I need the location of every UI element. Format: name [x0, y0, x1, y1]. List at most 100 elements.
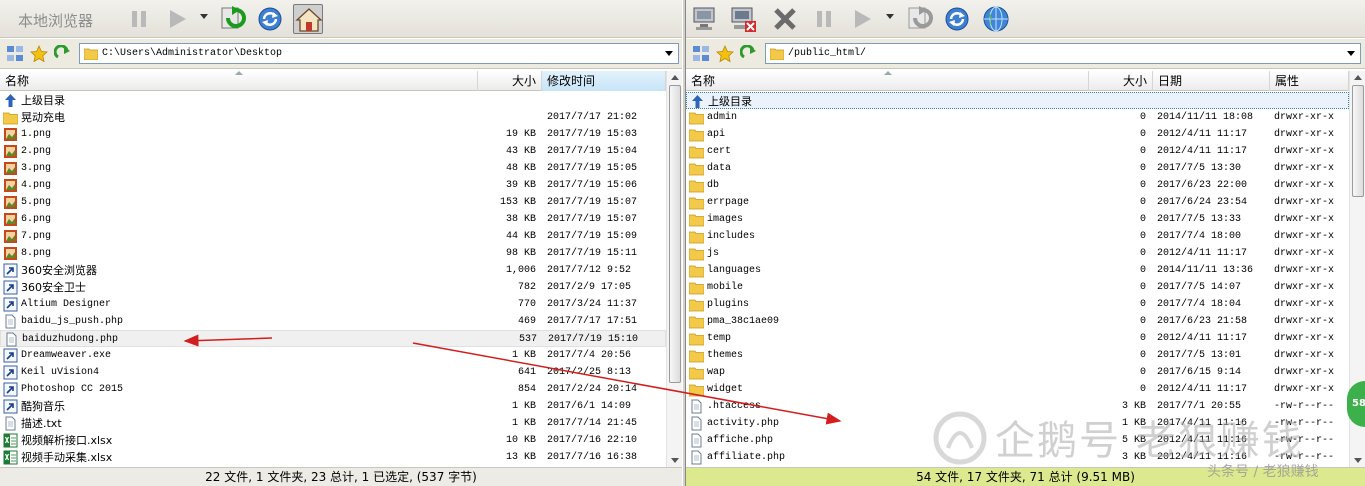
favorites-star-icon[interactable]	[716, 44, 734, 63]
file-row[interactable]: 5.png 153 KB 2017/7/19 15:07	[0, 194, 666, 211]
file-attributes: drwxr-xr-x	[1274, 197, 1335, 208]
upload-button[interactable]	[216, 4, 246, 34]
column-size[interactable]: 大小	[1089, 71, 1153, 91]
file-row[interactable]: 4.png 39 KB 2017/7/19 15:06	[0, 177, 666, 194]
local-scroll-thumb[interactable]	[669, 85, 681, 383]
remote-address-bar: /public_html/	[686, 39, 1365, 69]
file-attributes: drwxr-xr-x	[1274, 333, 1335, 344]
remote-refresh-button[interactable]	[942, 4, 972, 34]
sitemap-icon[interactable]	[692, 45, 710, 63]
file-name: 6.png	[21, 214, 52, 225]
file-row[interactable]: Dreamweaver.exe 1 KB 2017/7/4 20:56	[0, 347, 666, 364]
scroll-down-icon[interactable]	[1354, 458, 1362, 463]
file-row[interactable]: admin 0 2014/11/11 18:08 drwxr-xr-x	[686, 109, 1349, 126]
globe-button[interactable]	[981, 4, 1011, 34]
path-dropdown-icon[interactable]	[665, 51, 673, 56]
file-row[interactable]: temp 0 2012/4/11 11:17 drwxr-xr-x	[686, 330, 1349, 347]
file-row[interactable]: plugins 0 2017/7/4 18:04 drwxr-xr-x	[686, 296, 1349, 313]
file-row[interactable]: 8.png 98 KB 2017/7/19 15:11	[0, 245, 666, 262]
file-size: 0	[1139, 248, 1146, 259]
file-row[interactable]: baidu_js_push.php 469 2017/7/17 17:51	[0, 313, 666, 330]
file-row[interactable]: 上级目录	[686, 92, 1349, 109]
file-row[interactable]: pma_38c1ae09 0 2017/6/23 21:58 drwxr-xr-x	[686, 313, 1349, 330]
play-button[interactable]	[162, 4, 192, 34]
file-date: 2012/4/11 11:17	[1157, 146, 1248, 157]
local-path-input[interactable]: C:\Users\Administrator\Desktop	[79, 43, 679, 64]
file-date: 2017/7/16 16:38	[547, 452, 638, 463]
file-date: 2017/7/5 13:33	[1157, 214, 1242, 225]
file-row[interactable]: themes 0 2017/7/5 13:01 drwxr-xr-x	[686, 347, 1349, 364]
local-browser-title: 本地浏览器	[18, 12, 94, 30]
file-row[interactable]: 360安全浏览器 1,006 2017/7/12 9:52	[0, 262, 666, 279]
file-row[interactable]: 2.png 43 KB 2017/7/19 15:04	[0, 143, 666, 160]
file-row[interactable]: 描述.txt 1 KB 2017/7/14 21:45	[0, 415, 666, 432]
file-row[interactable]: 上级目录	[0, 92, 666, 109]
file-row[interactable]: baiduzhudong.php 537 2017/7/19 15:10	[0, 330, 666, 347]
file-name: plugins	[707, 299, 750, 310]
column-modified[interactable]: 修改时间	[542, 71, 666, 91]
file-row[interactable]: images 0 2017/7/5 13:33 drwxr-xr-x	[686, 211, 1349, 228]
file-row[interactable]: 360安全卫士 782 2017/2/9 17:05	[0, 279, 666, 296]
file-row[interactable]: data 0 2017/7/5 13:30 drwxr-xr-x	[686, 160, 1349, 177]
scroll-up-icon[interactable]	[1354, 75, 1362, 80]
file-row[interactable]: 晃动充电 2017/7/17 21:02	[0, 109, 666, 126]
file-row[interactable]: 3.png 48 KB 2017/7/19 15:05	[0, 160, 666, 177]
disconnect-button[interactable]	[728, 4, 758, 34]
home-button[interactable]	[293, 4, 323, 34]
file-row[interactable]: includes 0 2017/7/4 18:00 drwxr-xr-x	[686, 228, 1349, 245]
file-date: 2017/7/12 9:52	[547, 265, 632, 276]
refresh-button[interactable]	[255, 4, 285, 34]
remote-path-input[interactable]: /public_html/	[765, 43, 1361, 64]
file-row[interactable]: 6.png 38 KB 2017/7/19 15:07	[0, 211, 666, 228]
file-row[interactable]: Altium Designer 770 2017/3/24 11:37	[0, 296, 666, 313]
file-row[interactable]: mobile 0 2017/7/5 14:07 drwxr-xr-x	[686, 279, 1349, 296]
play-dropdown-icon[interactable]	[200, 14, 208, 19]
path-dropdown-icon[interactable]	[1347, 51, 1355, 56]
scroll-up-icon[interactable]	[671, 75, 679, 80]
file-date: 2014/11/11 13:36	[1157, 265, 1254, 276]
file-row[interactable]: db 0 2017/6/23 22:00 drwxr-xr-x	[686, 177, 1349, 194]
file-row[interactable]: api 0 2012/4/11 11:17 drwxr-xr-x	[686, 126, 1349, 143]
download-button[interactable]	[903, 4, 933, 34]
scroll-down-icon[interactable]	[671, 458, 679, 463]
file-name: Keil uVision4	[21, 367, 100, 378]
file-size: 0	[1139, 180, 1146, 191]
file-size: 39 KB	[505, 180, 536, 191]
play-dropdown-icon[interactable]	[886, 14, 894, 19]
file-row[interactable]: Keil uVision4 641 2017/2/25 8:13	[0, 364, 666, 381]
column-date[interactable]: 日期	[1153, 71, 1270, 91]
stop-button[interactable]	[770, 4, 800, 34]
go-up-icon[interactable]	[53, 44, 72, 63]
file-row[interactable]: 酷狗音乐 1 KB 2017/6/1 14:09	[0, 398, 666, 415]
favorites-star-icon[interactable]	[30, 44, 48, 63]
play-icon	[855, 10, 871, 28]
file-row[interactable]: 7.png 44 KB 2017/7/19 15:09	[0, 228, 666, 245]
pause-button[interactable]	[124, 4, 154, 34]
file-row[interactable]: cert 0 2012/4/11 11:17 drwxr-xr-x	[686, 143, 1349, 160]
remote-play-button[interactable]	[847, 4, 877, 34]
sitemap-icon[interactable]	[6, 45, 24, 63]
file-size: 1,006	[505, 265, 536, 276]
remote-pause-button[interactable]	[809, 4, 839, 34]
file-row[interactable]: 1.png 19 KB 2017/7/19 15:03	[0, 126, 666, 143]
column-attributes[interactable]: 属性	[1270, 71, 1349, 91]
file-name: data	[707, 163, 732, 174]
file-row[interactable]: 视频手动采集.xlsx 13 KB 2017/7/16 16:38	[0, 449, 666, 466]
file-row[interactable]: Photoshop CC 2015 854 2017/2/24 20:14	[0, 381, 666, 398]
file-row[interactable]: errpage 0 2017/6/24 23:54 drwxr-xr-x	[686, 194, 1349, 211]
remote-scroll-thumb[interactable]	[1352, 85, 1364, 197]
file-size: 10 KB	[505, 435, 536, 446]
file-row[interactable]: widget 0 2012/4/11 11:17 drwxr-xr-x	[686, 381, 1349, 398]
remote-toolbar	[686, 0, 1365, 38]
file-row[interactable]: 视频解析接口.xlsx 10 KB 2017/7/16 22:10	[0, 432, 666, 449]
connect-button[interactable]	[690, 4, 720, 34]
watermark-logo-icon	[933, 411, 987, 465]
file-date: 2017/7/17 17:51	[547, 316, 638, 327]
file-row[interactable]: languages 0 2014/11/11 13:36 drwxr-xr-x	[686, 262, 1349, 279]
file-row[interactable]: wap 0 2017/6/15 9:14 drwxr-xr-x	[686, 364, 1349, 381]
local-scrollbar[interactable]	[666, 71, 682, 467]
file-row[interactable]: js 0 2012/4/11 11:17 drwxr-xr-x	[686, 245, 1349, 262]
transfer-icon	[221, 6, 246, 29]
go-up-icon[interactable]	[739, 44, 758, 63]
column-size[interactable]: 大小	[478, 71, 542, 91]
